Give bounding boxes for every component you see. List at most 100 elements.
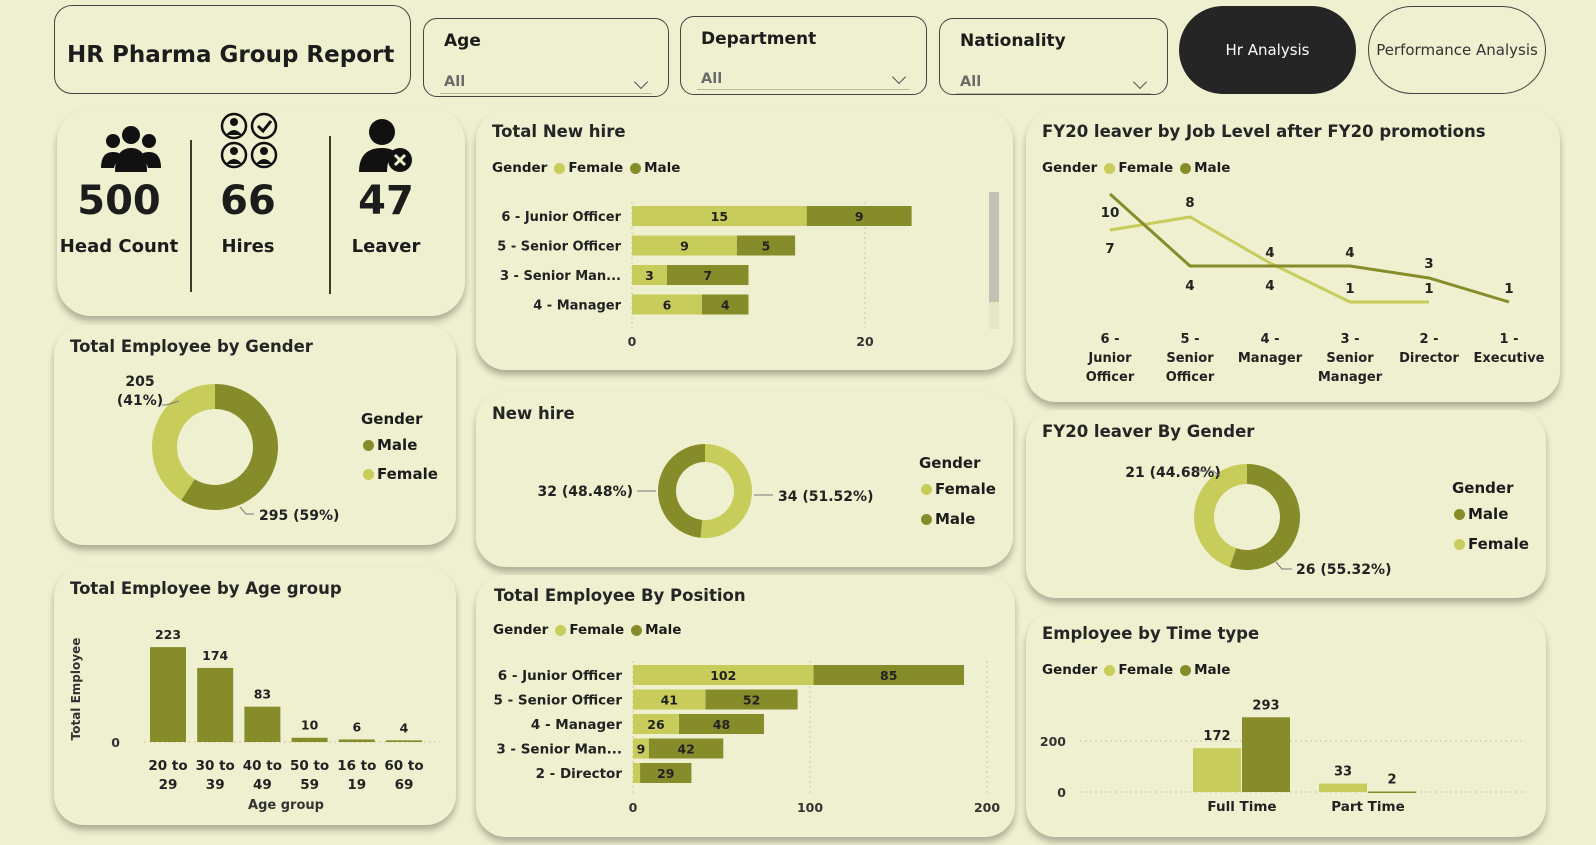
gender-chart-card[interactable]: Total Employee by Gender 205 (41%) 295 (59… [54, 325, 456, 545]
data-label: 3 [645, 268, 654, 283]
data-label: 102 [710, 668, 736, 683]
data-label: 172 [1203, 729, 1230, 744]
bar[interactable] [386, 740, 422, 742]
age-slicer[interactable]: Age All [423, 18, 669, 97]
x-tick-label: 3 - [1341, 332, 1360, 347]
label-male: 32 (48.48%) [538, 484, 633, 500]
data-label-female: 7 [1105, 241, 1114, 257]
slice-female[interactable] [700, 444, 752, 538]
leaver-legend-female[interactable]: Female [1454, 535, 1529, 553]
leaver-line-card[interactable]: FY20 leaver by Job Level after FY20 prom… [1026, 110, 1560, 402]
timetype-bar-chart[interactable]: 0 200 172 293 Full Time 33 2 Part Time [1026, 612, 1546, 837]
bar[interactable] [197, 667, 234, 742]
chevron-down-icon[interactable] [633, 74, 649, 90]
x-tick-label: 200 [974, 800, 1000, 815]
x-tick-label: Manager [1238, 351, 1303, 366]
leaver-gender-card[interactable]: FY20 leaver By Gender 21 (44.68%) 26 (55.… [1026, 410, 1546, 598]
chevron-down-icon[interactable] [891, 69, 907, 85]
category-label: 5 - Senior Officer [494, 693, 623, 709]
category-label: 2 - Director [536, 766, 623, 782]
hires-label: Hires [221, 236, 275, 257]
chevron-down-icon[interactable] [1132, 74, 1148, 90]
newhire-legend-title: Gender [919, 454, 981, 472]
x-tick-label: Senior [1166, 351, 1214, 366]
legend-female-label: Female [935, 480, 996, 498]
bar[interactable] [338, 739, 375, 742]
nationality-slicer[interactable]: Nationality All [939, 18, 1168, 95]
data-label: 6 [663, 298, 672, 313]
department-slicer-value[interactable]: All [701, 71, 722, 87]
newhire-scrollbar[interactable] [989, 192, 999, 329]
data-label: 33 [1334, 765, 1352, 780]
hr-analysis-button[interactable]: Hr Analysis [1179, 6, 1356, 94]
data-label: 85 [880, 668, 897, 683]
label-female: (41%) [117, 393, 163, 409]
x-tick-label: 6 - [1101, 332, 1120, 347]
head-count-label: Head Count [59, 236, 179, 257]
leader-male[interactable] [1275, 561, 1292, 570]
data-label: 7 [703, 268, 712, 283]
hires-value: 66 [220, 178, 276, 224]
x-tick-label: Officer [1166, 370, 1215, 385]
newhire-scrollbar-thumb[interactable] [989, 192, 999, 302]
leaver-gender-donut[interactable]: 21 (44.68%) 26 (55.32%) [1026, 410, 1546, 598]
data-label-female: 4 [1265, 245, 1274, 261]
x-tick-label: 60 to [384, 758, 423, 774]
gender-legend-female[interactable]: Female [363, 465, 438, 483]
x-tick-label: 16 to [337, 758, 376, 774]
data-label: 42 [677, 742, 694, 757]
bar-female[interactable] [633, 763, 641, 783]
data-label-female: 1 [1424, 281, 1433, 297]
x-tick-label: Junior [1087, 351, 1132, 366]
legend-female-label: Female [377, 465, 438, 483]
newhire-legend-male[interactable]: Male [921, 510, 975, 528]
position-bar-card[interactable]: Total Employee By Position Gender Female… [476, 575, 1015, 837]
age-chart-card[interactable]: Total Employee by Age group 0100200Total… [54, 567, 456, 825]
bar-male[interactable] [1368, 791, 1416, 793]
bar-male[interactable] [1242, 717, 1290, 792]
timetype-card[interactable]: Employee by Time type Gender Female Male… [1026, 612, 1546, 837]
data-label: 48 [713, 717, 730, 732]
gender-donut[interactable]: 205 (41%) 295 (59%) [54, 325, 456, 545]
kpi-card: 500 Head Count 66 Hires 47 Leaver [57, 108, 465, 316]
series-line-male[interactable] [1108, 192, 1510, 304]
slice-male[interactable] [658, 444, 705, 538]
age-slicer-value[interactable]: All [444, 74, 465, 90]
x-tick-label: 100 [797, 800, 823, 815]
newhire-donut-card[interactable]: New hire 32 (48.48%) 34 (51.52%) Gender F… [476, 392, 1013, 567]
x-tick-label: 0 [629, 800, 638, 815]
y-tick-label: 200 [1040, 734, 1066, 749]
label-male: 295 (59%) [259, 508, 339, 524]
y-tick-label: 0 [111, 735, 120, 750]
newhire-legend-female[interactable]: Female [921, 480, 996, 498]
leaver-line-chart[interactable]: 7 8 4 1 1 10 4 4 4 3 1 6 - Junior Officer 5 - Senior Off… [1026, 110, 1560, 402]
data-label-male: 4 [1265, 278, 1274, 294]
leaver-legend-male[interactable]: Male [1454, 505, 1508, 523]
newhire-bar-card[interactable]: Total New hire Gender Female Male 0 20 6 -… [476, 110, 1013, 370]
bar-female[interactable] [1319, 783, 1367, 792]
data-label: 9 [637, 742, 646, 757]
data-label: 4 [400, 720, 409, 735]
data-label: 6 [352, 719, 361, 734]
data-label: 293 [1252, 698, 1279, 713]
data-label: 83 [254, 687, 271, 702]
male-swatch [363, 439, 374, 451]
newhire-bar-chart[interactable]: 0 20 6 - Junior Officer 15 9 5 - Senior Offic… [476, 110, 1013, 370]
bar[interactable] [150, 647, 186, 742]
bar-female[interactable] [1193, 748, 1241, 792]
nationality-slicer-value[interactable]: All [960, 74, 981, 90]
gender-legend-male[interactable]: Male [363, 436, 417, 454]
female-swatch [363, 468, 374, 480]
age-bar-chart[interactable]: 0100200Total Employee22320 to2917430 to3… [54, 567, 456, 825]
people-check-icon [220, 112, 278, 169]
category-label: 3 - Senior Man... [500, 269, 621, 284]
leader-male[interactable] [239, 506, 254, 515]
bar[interactable] [291, 737, 328, 742]
position-bar-chart[interactable]: 0 100 200 6 - Junior Officer 102 85 5 - Senior… [476, 575, 1015, 837]
performance-analysis-button[interactable]: Performance Analysis [1368, 6, 1546, 94]
department-slicer[interactable]: Department All [680, 16, 927, 95]
legend-male-label: Male [1468, 505, 1509, 523]
department-slicer-label: Department [701, 29, 817, 49]
category-label: 3 - Senior Man... [496, 742, 622, 758]
bar[interactable] [244, 706, 281, 742]
